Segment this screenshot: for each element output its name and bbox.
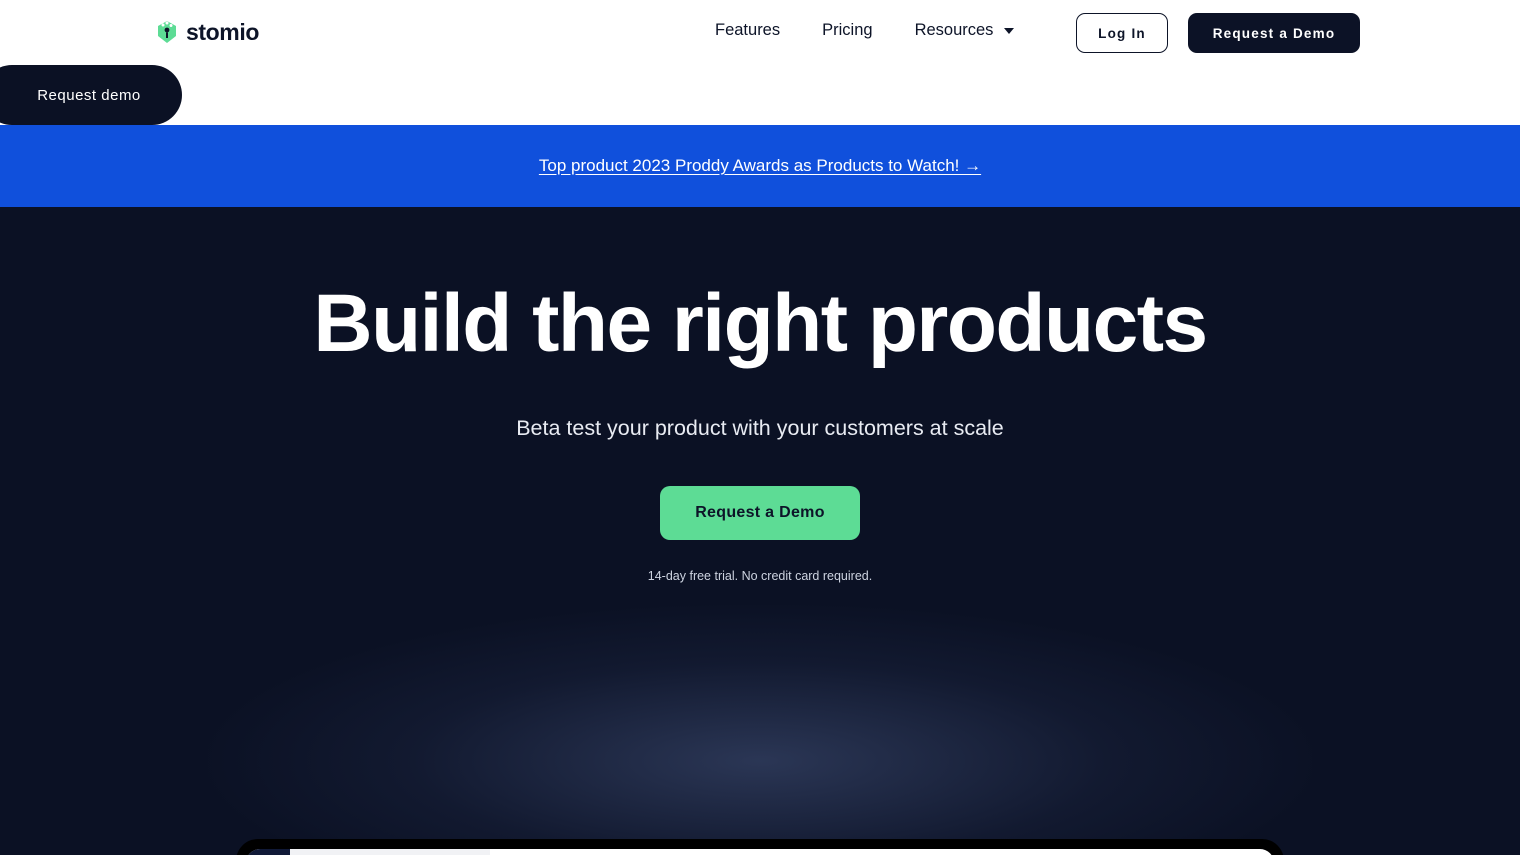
hero-section: Build the right products Beta test your … [0, 207, 1520, 855]
nav-resources-label: Resources [914, 21, 994, 39]
hero-title: Build the right products [313, 278, 1208, 369]
primary-nav: Features Pricing Resources [715, 21, 1015, 40]
nav-link-features[interactable]: Features [715, 21, 780, 40]
brand-logo[interactable]: stomio [155, 18, 259, 46]
announcement-link[interactable]: Top product 2023 Proddy Awards as Produc… [539, 156, 981, 176]
hero-fine-print: 14-day free trial. No credit card requir… [647, 569, 873, 583]
nav-link-resources[interactable]: Resources [915, 21, 1015, 40]
landing-page: stomio Features Pricing Resources Log In… [0, 0, 1520, 855]
device-glow [208, 605, 1312, 855]
stomio-logo-icon [155, 18, 179, 46]
app-sidebar: Hi May! ◀ 3D SoundBar ZA ⌄ Dashboard [290, 849, 490, 855]
floating-request-demo-widget[interactable]: Request demo [0, 65, 182, 125]
chevron-down-icon [1004, 27, 1015, 34]
login-button[interactable]: Log In [1076, 13, 1168, 53]
breadcrumb: Projects ❯ 3D SoundBar ZA ❯ Dashboard [490, 849, 1274, 855]
announcement-banner: Top product 2023 Proddy Awards as Produc… [0, 125, 1520, 207]
app-main: Projects ❯ 3D SoundBar ZA ❯ Dashboard 3D… [490, 849, 1274, 855]
app-rail: Betas Users [246, 849, 290, 855]
product-screenshot-device: Betas Users [236, 839, 1284, 855]
brand-name: stomio [186, 18, 259, 45]
hero-subtitle: Beta test your product with your custome… [516, 416, 1004, 440]
hero-request-demo-button[interactable]: Request a Demo [660, 486, 860, 540]
nav-link-pricing[interactable]: Pricing [822, 21, 872, 40]
site-navbar: stomio Features Pricing Resources Log In… [0, 0, 1520, 130]
request-demo-button[interactable]: Request a Demo [1188, 13, 1360, 53]
app-screen: Betas Users [246, 849, 1274, 855]
